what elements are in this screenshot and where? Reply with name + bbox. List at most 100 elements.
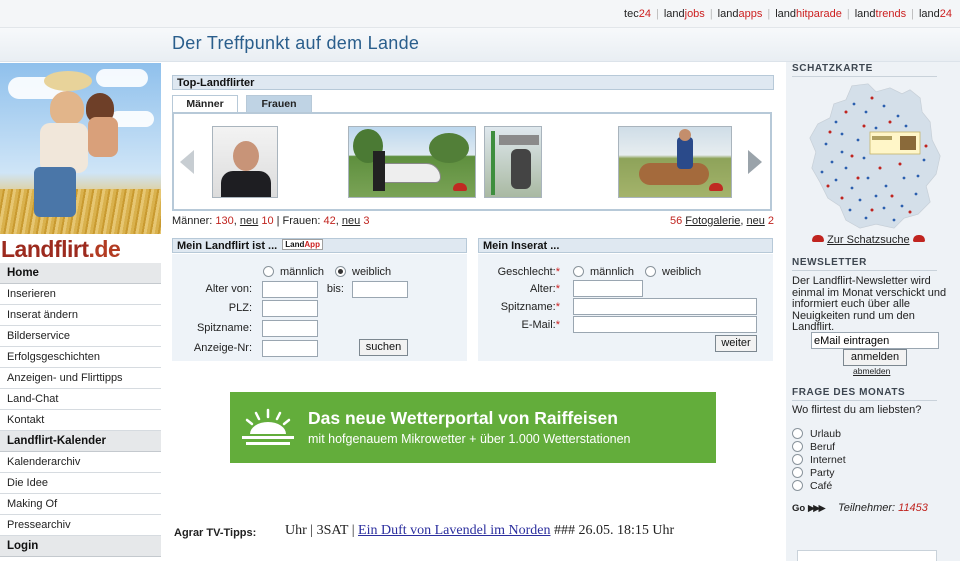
search-female-label: weiblich	[352, 266, 392, 278]
network-link-landhitparade[interactable]: landhitparade	[775, 8, 842, 20]
network-link-landjobs[interactable]: landjobs	[664, 8, 705, 20]
alter-von-input[interactable]	[262, 281, 318, 298]
inserat-alter-input[interactable]	[573, 280, 643, 297]
poll-option-radio[interactable]	[792, 441, 803, 452]
plz-input[interactable]	[262, 300, 318, 317]
inserat-panel-title: Mein Inserat ...	[478, 238, 773, 253]
poll-option-radio[interactable]	[792, 467, 803, 478]
nav-item-inserieren[interactable]: Inserieren	[0, 284, 161, 305]
poll-option-radio[interactable]	[792, 480, 803, 491]
nav-item-kontakt[interactable]: Kontakt	[0, 410, 161, 431]
galerie-neu-link[interactable]: neu	[746, 215, 764, 227]
network-link-landapps[interactable]: landapps	[718, 8, 763, 20]
poll-go-button[interactable]: Go ▶▶▶	[792, 503, 826, 514]
nav-item-erfolgsgeschichten[interactable]: Erfolgsgeschichten	[0, 347, 161, 368]
newsletter-email-input[interactable]	[811, 332, 939, 349]
nav-item-pressearchiv[interactable]: Pressearchiv	[0, 515, 161, 536]
hero-image	[0, 63, 161, 263]
maenner-label: Männer:	[172, 215, 213, 227]
anzeige-nr-label: Anzeige-Nr:	[193, 342, 252, 354]
network-link-land24[interactable]: land24	[919, 8, 952, 20]
link-separator: |	[911, 8, 914, 20]
newsletter-heading: NEWSLETTER	[792, 257, 937, 271]
nav-item-anzeigen-und-flirttipps[interactable]: Anzeigen- und Flirttipps	[0, 368, 161, 389]
poll-option-label: Beruf	[810, 441, 836, 453]
inserat-email-input[interactable]	[573, 316, 757, 333]
poll-option-radio[interactable]	[792, 454, 803, 465]
main-navigation: Home Inserieren Inserat ändern Bilderservic…	[0, 263, 161, 557]
member-counts: Männer: 130, neu 10 | Frauen: 42, neu 3 …	[172, 215, 774, 227]
flirter-thumbnail[interactable]	[618, 126, 732, 198]
maenner-neu-link[interactable]: neu	[240, 215, 258, 227]
schatzsuche-link[interactable]: Zur Schatzsuche	[827, 234, 910, 246]
nav-item-landflirt-kalender[interactable]: Landflirt-Kalender	[0, 431, 161, 452]
poll-participants: Teilnehmer: 11453	[838, 502, 928, 514]
landapp-badge[interactable]: LandApp	[282, 239, 323, 250]
suchen-button[interactable]: suchen	[359, 339, 408, 356]
poll-option-radio[interactable]	[792, 428, 803, 439]
frauen-neu-count: 3	[363, 215, 370, 227]
search-female-radio[interactable]	[335, 266, 346, 277]
tab-frauen[interactable]: Frauen	[246, 95, 312, 112]
top-flirter-title: Top-Landflirter	[172, 75, 774, 90]
maenner-neu-count: 10	[261, 215, 274, 227]
nav-item-inserat-ändern[interactable]: Inserat ändern	[0, 305, 161, 326]
inserat-female-radio[interactable]	[645, 266, 656, 277]
frauen-neu-link[interactable]: neu	[342, 215, 360, 227]
flirter-thumbnail[interactable]	[348, 126, 476, 198]
banner-headline: Das neue Wetterportal von Raiffeisen	[308, 408, 618, 428]
nav-item-kalenderarchiv[interactable]: Kalenderarchiv	[0, 452, 161, 473]
network-link-tec24[interactable]: tec24	[624, 8, 651, 20]
network-link-landtrends[interactable]: landtrends	[855, 8, 906, 20]
fotogalerie-link[interactable]: Fotogalerie	[685, 215, 740, 227]
poll-question: Wo flirtest du am liebsten?	[792, 404, 922, 416]
search-spitzname-input[interactable]	[262, 320, 318, 337]
nav-item-home[interactable]: Home	[0, 263, 161, 284]
gallery-prev-arrow-icon[interactable]	[180, 150, 194, 174]
germany-map[interactable]	[806, 82, 944, 230]
poll-option-label: Party	[810, 467, 835, 479]
galerie-count: 56	[669, 215, 683, 227]
schatzkarte-heading: SCHATZKARTE	[792, 63, 937, 77]
poll-heading: FRAGE DES MONATS	[792, 387, 937, 401]
inserat-spitzname-input[interactable]	[573, 298, 757, 315]
nav-item-bilderservice[interactable]: Bilderservice	[0, 326, 161, 347]
weiter-button[interactable]: weiter	[715, 335, 757, 352]
inserat-female-label: weiblich	[662, 266, 702, 278]
maenner-count: 130	[215, 215, 234, 227]
sun-logo-icon	[242, 408, 294, 445]
site-title: Der Treffpunkt auf dem Lande	[172, 33, 420, 53]
agrar-tv-label: Agrar TV-Tipps:	[174, 527, 257, 539]
nav-item-login[interactable]: Login	[0, 536, 161, 557]
bis-label: bis:	[326, 283, 344, 295]
top-bar: tec24 | landjobs | landapps | landhitparade | la…	[0, 0, 960, 28]
geschlecht-label: Geschlecht:*	[497, 266, 560, 278]
network-links: tec24 | landjobs | landapps | landhitparade | la…	[624, 8, 952, 20]
inserat-male-radio[interactable]	[573, 266, 584, 277]
heart-icon	[812, 235, 824, 242]
wetterportal-banner[interactable]: Das neue Wetterportal von Raiffeisen mit…	[230, 392, 716, 463]
link-separator: |	[709, 8, 713, 20]
header-band	[0, 28, 960, 62]
alter-label: Alter:*	[530, 283, 560, 295]
search-male-radio[interactable]	[263, 266, 274, 277]
newsletter-anmelden-button[interactable]: anmelden	[843, 349, 907, 366]
alter-von-label: Alter von:	[205, 283, 252, 295]
anzeige-nr-input[interactable]	[262, 340, 318, 357]
nav-item-land-chat[interactable]: Land-Chat	[0, 389, 161, 410]
gallery-next-arrow-icon[interactable]	[748, 150, 762, 174]
link-separator: |	[767, 8, 771, 20]
search-panel-title: Mein Landflirt ist ... LandApp	[172, 238, 467, 253]
tab-maenner[interactable]: Männer	[172, 95, 238, 112]
nav-item-making-of[interactable]: Making Of	[0, 494, 161, 515]
flirter-thumbnail[interactable]	[212, 126, 278, 198]
schatzsuche-link-row: Zur Schatzsuche	[812, 234, 925, 246]
tv-tip-link[interactable]: Ein Duft von Lavendel im Norden	[358, 523, 550, 538]
banner-subline: mit hofgenauem Mikrowetter + über 1.000 …	[308, 432, 631, 446]
flirter-thumbnail[interactable]	[484, 126, 542, 198]
nav-item-die-idee[interactable]: Die Idee	[0, 473, 161, 494]
alter-bis-input[interactable]	[352, 281, 408, 298]
landflirt-logo[interactable]: Landflirt.de	[0, 234, 161, 264]
poll-option-label: Urlaub	[810, 428, 841, 440]
newsletter-abmelden-link[interactable]: abmelden	[853, 366, 890, 376]
